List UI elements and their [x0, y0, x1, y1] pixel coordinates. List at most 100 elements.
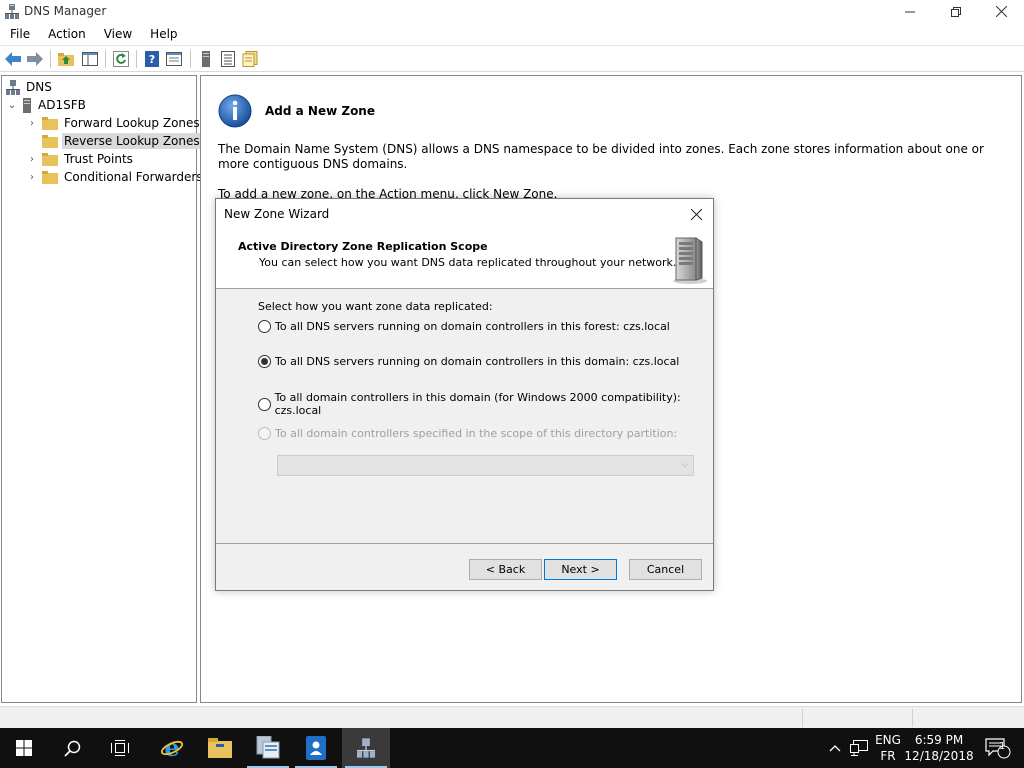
action-center-button[interactable]: 1 — [980, 728, 1016, 768]
console-tree: DNS ⌄ AD1SFB › Forward Lookup Zones Reve… — [1, 75, 203, 703]
menu-action[interactable]: Action — [38, 27, 94, 41]
menu-bar: File Action View Help — [0, 23, 1024, 44]
filter-button[interactable] — [241, 50, 259, 68]
server-manager-button[interactable] — [244, 728, 292, 768]
wizard-step-subtitle: You can select how you want DNS data rep… — [259, 256, 677, 269]
server-icon — [202, 51, 210, 67]
close-window-button[interactable] — [978, 0, 1024, 23]
server-button[interactable] — [197, 50, 215, 68]
folder-up-icon — [58, 53, 74, 66]
dialog-close-button[interactable] — [685, 203, 707, 225]
wizard-header: Active Directory Zone Replication Scope … — [216, 229, 713, 289]
tree-node-dns[interactable]: DNS — [6, 78, 54, 96]
radio-button[interactable] — [258, 320, 271, 333]
back-arrow-icon — [5, 52, 21, 66]
documents-icon — [242, 51, 258, 67]
expand-chevron-icon[interactable]: › — [26, 172, 38, 183]
show-hidden-icons-button[interactable] — [826, 728, 844, 768]
close-icon — [690, 208, 702, 220]
refresh-button[interactable] — [112, 50, 130, 68]
expand-chevron-icon[interactable]: › — [26, 118, 38, 129]
taskbar: e ENG FR 6:59 PM 12/18/2018 1 — [0, 728, 1024, 768]
tree-node-reverse-lookup-zones[interactable]: Reverse Lookup Zones — [26, 132, 202, 150]
tree-label-trust-points: Trust Points — [64, 152, 133, 166]
radio-windows2000-label: To all domain controllers in this domain… — [274, 391, 681, 417]
network-button[interactable] — [848, 728, 870, 768]
radio-directory-partition: To all domain controllers specified in t… — [258, 427, 677, 440]
divider — [216, 543, 713, 544]
close-icon — [995, 6, 1007, 17]
menu-file[interactable]: File — [0, 27, 38, 41]
input-language-button[interactable]: ENG FR — [872, 728, 904, 768]
next-button[interactable]: Next > — [544, 559, 617, 580]
windows-logo-icon — [16, 740, 32, 756]
search-button[interactable] — [48, 728, 96, 768]
restore-icon — [951, 6, 961, 17]
search-icon — [63, 740, 80, 757]
network-icon — [850, 740, 868, 756]
clock-time: 6:59 PM — [914, 733, 964, 747]
radio-button-selected[interactable] — [258, 355, 271, 368]
folder-icon — [42, 152, 58, 166]
tree-label-dns: DNS — [26, 80, 52, 94]
status-bar — [0, 706, 1024, 728]
info-icon — [218, 94, 252, 128]
chevron-up-icon — [829, 745, 841, 752]
list-button[interactable] — [219, 50, 237, 68]
server-manager-icon — [256, 736, 280, 759]
replication-prompt: Select how you want zone data replicated… — [258, 300, 493, 313]
help-button[interactable]: ? — [143, 50, 161, 68]
notification-icon — [985, 738, 1011, 759]
expand-chevron-icon[interactable]: › — [26, 154, 38, 165]
forward-button[interactable] — [26, 50, 44, 68]
server-icon — [23, 97, 31, 113]
tree-node-conditional-forwarders[interactable]: › Conditional Forwarders — [26, 168, 205, 186]
radio-forest-label: To all DNS servers running on domain con… — [275, 320, 670, 333]
svg-text:?: ? — [149, 53, 155, 66]
page-heading: Add a New Zone — [265, 104, 375, 118]
show-hide-console-tree-button[interactable] — [81, 50, 99, 68]
collapse-chevron-icon[interactable]: ⌄ — [6, 100, 18, 111]
radio-domain-label: To all DNS servers running on domain con… — [275, 355, 680, 368]
folder-icon — [42, 134, 58, 148]
radio-windows2000[interactable]: To all domain controllers in this domain… — [258, 391, 713, 417]
server-tower-icon — [673, 237, 707, 284]
back-button[interactable] — [4, 50, 22, 68]
cancel-button[interactable]: Cancel — [629, 559, 702, 580]
tree-node-forward-lookup-zones[interactable]: › Forward Lookup Zones — [26, 114, 202, 132]
svg-text:e: e — [164, 736, 179, 760]
task-view-button[interactable] — [96, 728, 144, 768]
tree-label-conditional-forwarders: Conditional Forwarders — [64, 170, 203, 184]
ad-users-computers-button[interactable] — [292, 728, 340, 768]
language-code: ENG — [875, 733, 901, 747]
properties-button[interactable] — [165, 50, 183, 68]
menu-help[interactable]: Help — [140, 27, 185, 41]
internet-explorer-button[interactable]: e — [148, 728, 196, 768]
task-view-icon — [111, 740, 129, 756]
window-title: DNS Manager — [24, 4, 107, 18]
radio-button[interactable] — [258, 397, 271, 411]
dns-manager-icon — [357, 738, 375, 758]
help-icon: ? — [145, 51, 159, 67]
dns-manager-taskbar-button[interactable] — [342, 728, 390, 768]
clock-date: 12/18/2018 — [904, 749, 974, 763]
tree-node-trust-points[interactable]: › Trust Points — [26, 150, 135, 168]
restore-button[interactable] — [933, 0, 979, 23]
file-explorer-button[interactable] — [196, 728, 244, 768]
radio-forest[interactable]: To all DNS servers running on domain con… — [258, 320, 670, 333]
radio-directory-partition-label: To all domain controllers specified in t… — [275, 427, 678, 440]
radio-domain[interactable]: To all DNS servers running on domain con… — [258, 355, 679, 368]
forward-arrow-icon — [27, 52, 43, 66]
folder-icon — [42, 116, 58, 130]
clock-button[interactable]: 6:59 PM 12/18/2018 — [904, 728, 974, 768]
notification-count: 1 — [999, 741, 1006, 752]
tree-node-server[interactable]: ⌄ AD1SFB — [6, 96, 88, 114]
console-tree-icon — [82, 52, 98, 66]
new-zone-wizard-dialog: New Zone Wizard Active Directory Zone Re… — [215, 198, 714, 591]
minimize-button[interactable] — [887, 0, 933, 23]
menu-view[interactable]: View — [94, 27, 140, 41]
properties-icon — [166, 52, 182, 66]
up-folder-button[interactable] — [57, 50, 75, 68]
start-button[interactable] — [0, 728, 48, 768]
back-button[interactable]: < Back — [469, 559, 542, 580]
